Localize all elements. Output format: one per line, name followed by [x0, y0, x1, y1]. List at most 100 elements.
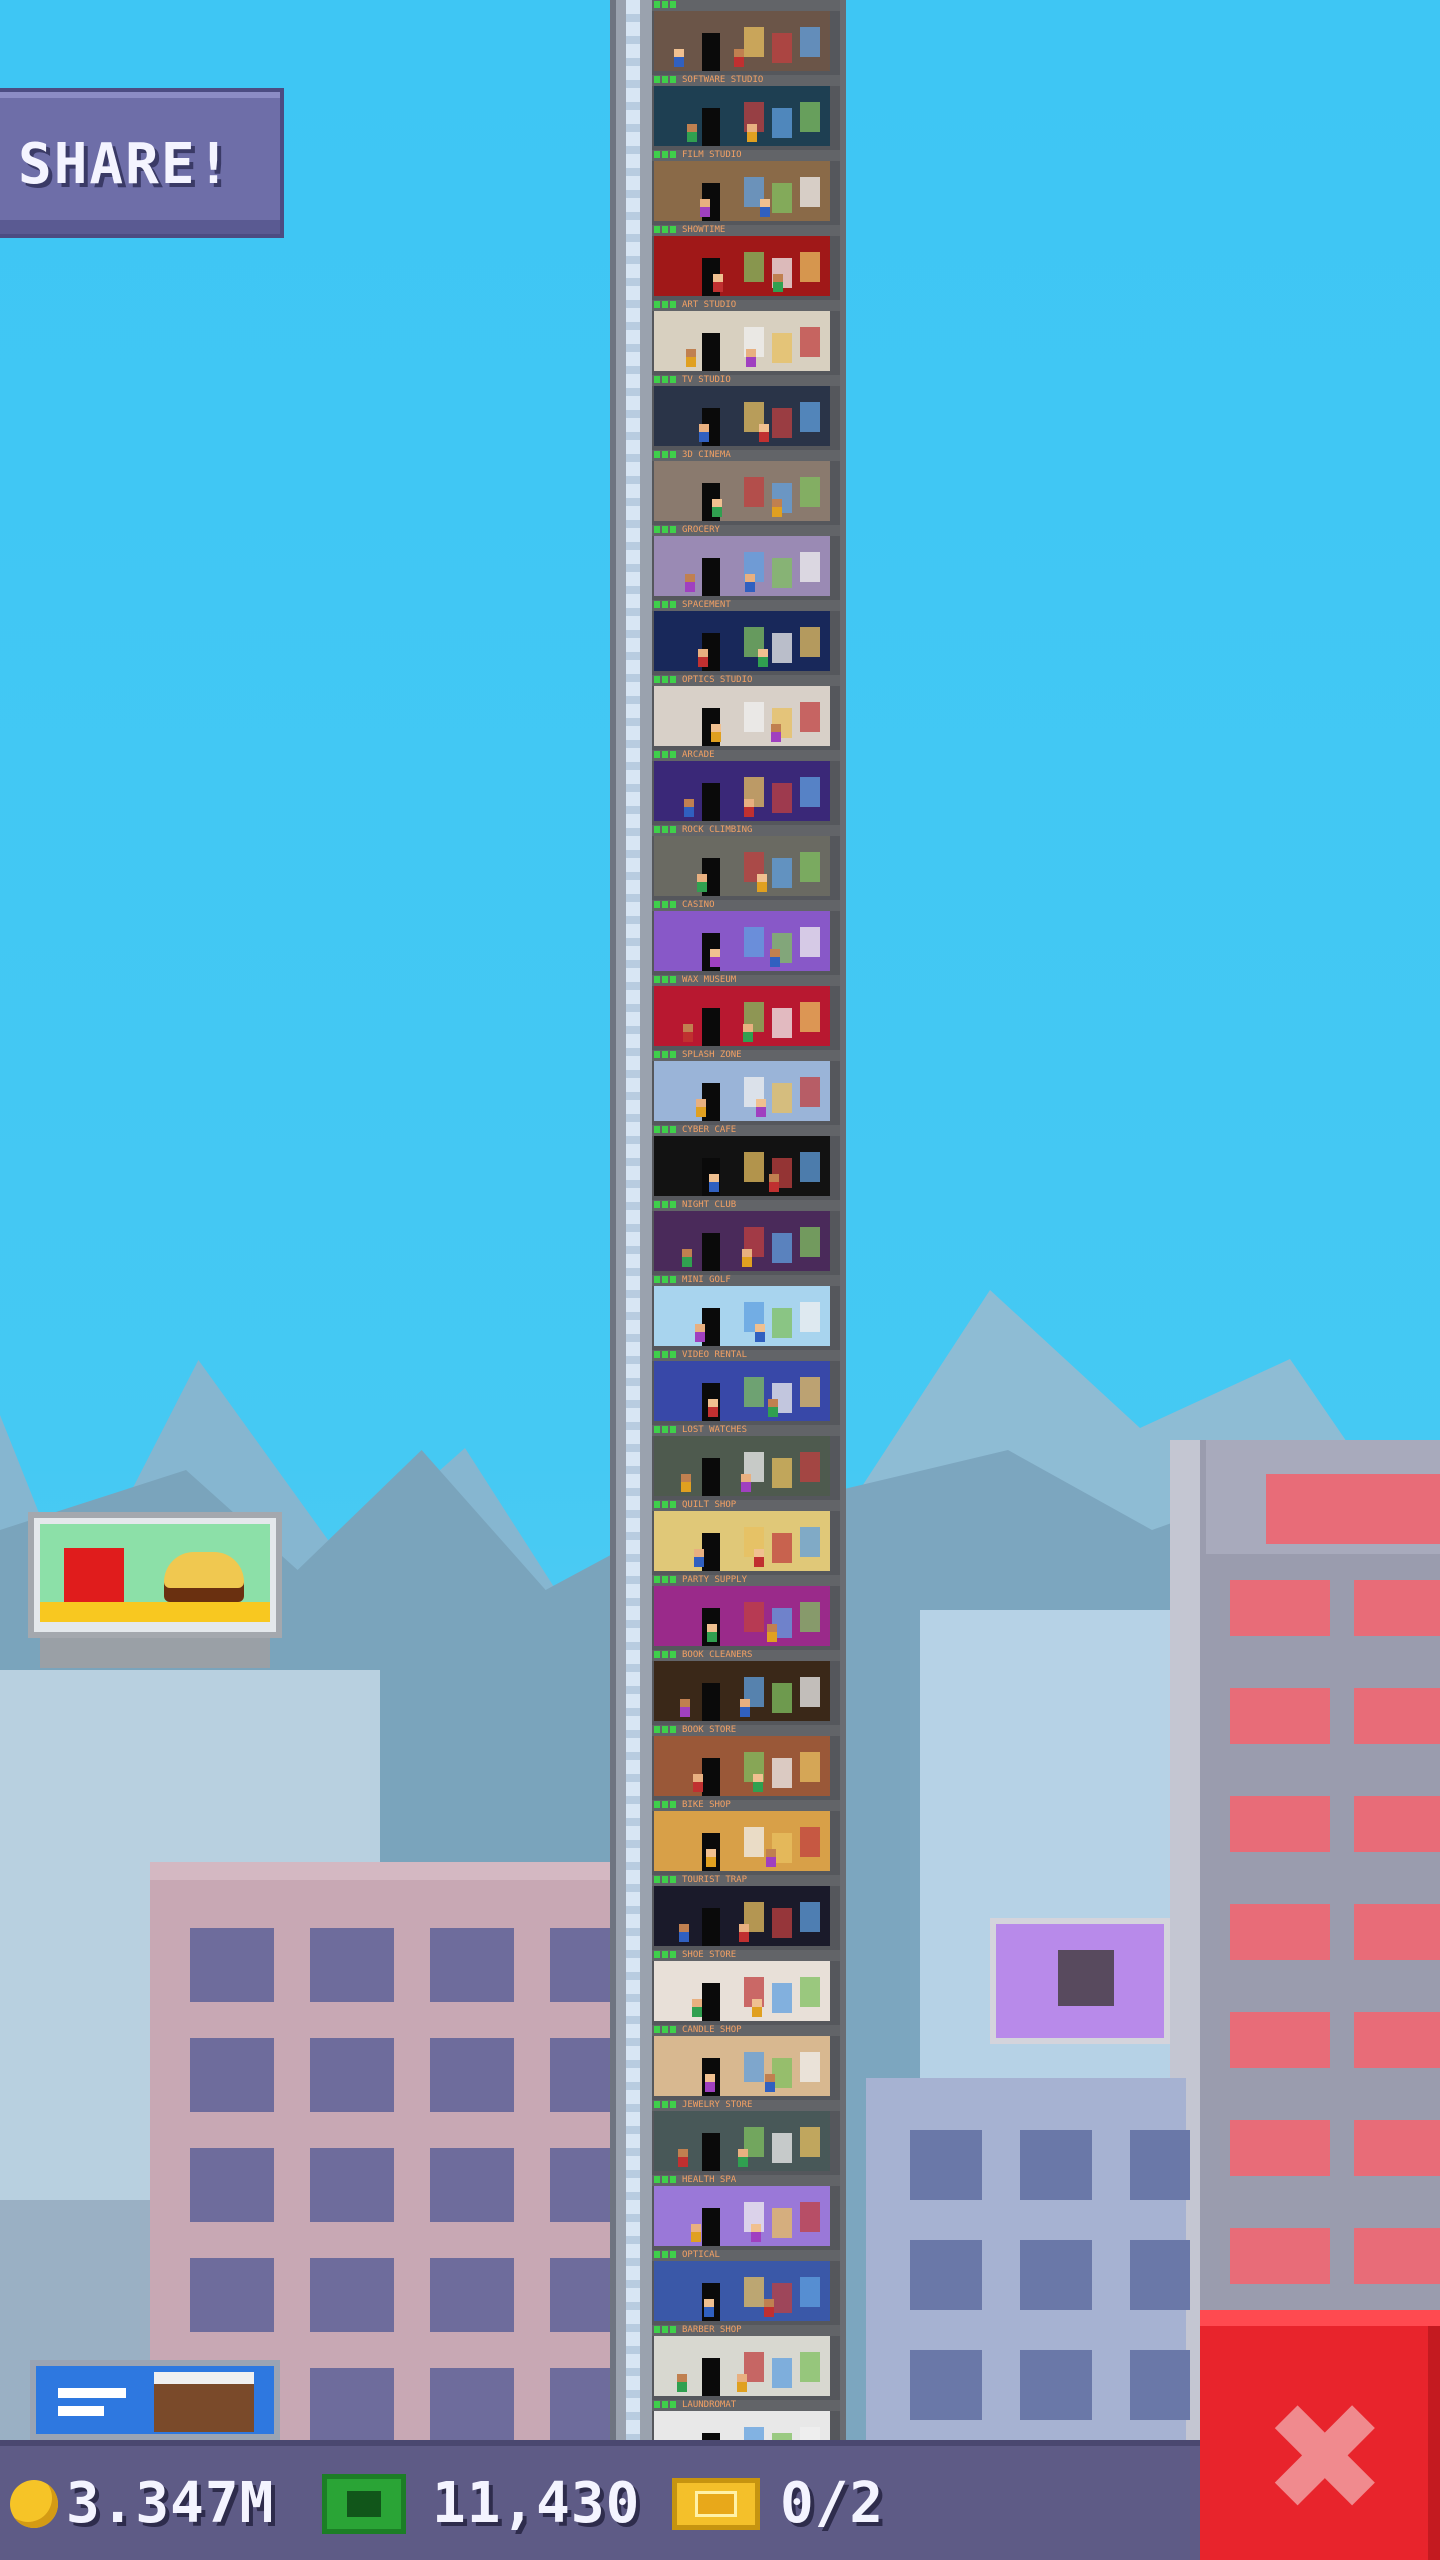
- bitizen[interactable]: [700, 199, 710, 217]
- tower-floor[interactable]: HEALTH SPA: [652, 2175, 840, 2250]
- bitizen[interactable]: [756, 1099, 766, 1117]
- bitizen[interactable]: [755, 1324, 765, 1342]
- tower-floor[interactable]: SOFTWARE STUDIO: [652, 75, 840, 150]
- bitizen[interactable]: [766, 1849, 776, 1867]
- bitizen[interactable]: [713, 274, 723, 292]
- tower-floor[interactable]: NIGHT CLUB: [652, 1200, 840, 1275]
- tower-floor[interactable]: GROCERY: [652, 525, 840, 600]
- tower-floor[interactable]: CYBER CAFE: [652, 1125, 840, 1200]
- bitizen[interactable]: [739, 1924, 749, 1942]
- tower-floor[interactable]: OPTICAL: [652, 2250, 840, 2325]
- bitizen[interactable]: [742, 1249, 752, 1267]
- tower-floor[interactable]: [652, 0, 840, 75]
- bitizen[interactable]: [740, 1699, 750, 1717]
- bitizen[interactable]: [771, 724, 781, 742]
- bitizen[interactable]: [767, 1624, 777, 1642]
- bitizen[interactable]: [745, 574, 755, 592]
- bitizen[interactable]: [695, 1324, 705, 1342]
- bitizen[interactable]: [687, 124, 697, 142]
- share-button[interactable]: SHARE!: [0, 88, 284, 238]
- tower-floor[interactable]: BOOK STORE: [652, 1725, 840, 1800]
- bitizen[interactable]: [683, 1024, 693, 1042]
- tower-floor[interactable]: QUILT SHOP: [652, 1500, 840, 1575]
- tower-floor[interactable]: ART STUDIO: [652, 300, 840, 375]
- bitizen[interactable]: [759, 424, 769, 442]
- bitizen[interactable]: [770, 949, 780, 967]
- tower-floor[interactable]: MINI GOLF: [652, 1275, 840, 1350]
- close-button[interactable]: ✖: [1200, 2310, 1440, 2560]
- bitizen[interactable]: [692, 1999, 702, 2017]
- bitizen[interactable]: [744, 799, 754, 817]
- bitizen[interactable]: [698, 649, 708, 667]
- game-scene[interactable]: SOFTWARE STUDIO FILM STUDIO SHOWTIME ART ST…: [0, 0, 1440, 2560]
- tower-floor[interactable]: TOURIST TRAP: [652, 1875, 840, 1950]
- bitizen[interactable]: [696, 1099, 706, 1117]
- bitizen[interactable]: [707, 1624, 717, 1642]
- tower[interactable]: SOFTWARE STUDIO FILM STUDIO SHOWTIME ART ST…: [652, 0, 846, 2471]
- bitizen[interactable]: [754, 1549, 764, 1567]
- tower-floor[interactable]: JEWELRY STORE: [652, 2100, 840, 2175]
- tower-floor[interactable]: CANDLE SHOP: [652, 2025, 840, 2100]
- bitizen[interactable]: [758, 649, 768, 667]
- bitizen[interactable]: [681, 1474, 691, 1492]
- bitizen[interactable]: [704, 2299, 714, 2317]
- bitizen[interactable]: [708, 1399, 718, 1417]
- bitizen[interactable]: [764, 2299, 774, 2317]
- tower-floor[interactable]: FILM STUDIO: [652, 150, 840, 225]
- bitizen[interactable]: [674, 49, 684, 67]
- bitizen[interactable]: [697, 874, 707, 892]
- bitizen[interactable]: [751, 2224, 761, 2242]
- tower-floor[interactable]: BARBER SHOP: [652, 2325, 840, 2400]
- bitizen[interactable]: [679, 1924, 689, 1942]
- tower-floor[interactable]: LOST WATCHES: [652, 1425, 840, 1500]
- tower-floor[interactable]: VIDEO RENTAL: [652, 1350, 840, 1425]
- bitizen[interactable]: [738, 2149, 748, 2167]
- bitizen[interactable]: [734, 49, 744, 67]
- bitizen[interactable]: [706, 1849, 716, 1867]
- tower-floor[interactable]: SPLASH ZONE: [652, 1050, 840, 1125]
- bitizen[interactable]: [686, 349, 696, 367]
- bitizen[interactable]: [680, 1699, 690, 1717]
- bitizen[interactable]: [765, 2074, 775, 2092]
- tower-floor[interactable]: PARTY SUPPLY: [652, 1575, 840, 1650]
- tower-floor[interactable]: BOOK CLEANERS: [652, 1650, 840, 1725]
- tower-floor[interactable]: ROCK CLIMBING: [652, 825, 840, 900]
- tower-floor[interactable]: TV STUDIO: [652, 375, 840, 450]
- bitizen[interactable]: [710, 949, 720, 967]
- bitizen[interactable]: [711, 724, 721, 742]
- tower-floor[interactable]: SHOWTIME: [652, 225, 840, 300]
- bitizen[interactable]: [737, 2374, 747, 2392]
- bitizen[interactable]: [772, 499, 782, 517]
- tower-floor[interactable]: OPTICS STUDIO: [652, 675, 840, 750]
- tower-floor[interactable]: SHOE STORE: [652, 1950, 840, 2025]
- bitizen[interactable]: [746, 349, 756, 367]
- tower-floor[interactable]: CASINO: [652, 900, 840, 975]
- bitizen[interactable]: [743, 1024, 753, 1042]
- bitizen[interactable]: [753, 1774, 763, 1792]
- tower-floor[interactable]: SPACEMENT: [652, 600, 840, 675]
- bitizen[interactable]: [709, 1174, 719, 1192]
- bitizen[interactable]: [760, 199, 770, 217]
- bitizen[interactable]: [741, 1474, 751, 1492]
- bitizen[interactable]: [769, 1174, 779, 1192]
- bitizen[interactable]: [694, 1549, 704, 1567]
- bitizen[interactable]: [752, 1999, 762, 2017]
- bitizen[interactable]: [678, 2149, 688, 2167]
- tower-floor[interactable]: WAX MUSEUM: [652, 975, 840, 1050]
- bitizen[interactable]: [677, 2374, 687, 2392]
- tower-floor[interactable]: BIKE SHOP: [652, 1800, 840, 1875]
- bitizen[interactable]: [699, 424, 709, 442]
- bitizen[interactable]: [691, 2224, 701, 2242]
- bitizen[interactable]: [705, 2074, 715, 2092]
- bitizen[interactable]: [747, 124, 757, 142]
- bitizen[interactable]: [682, 1249, 692, 1267]
- tower-floor[interactable]: ARCADE: [652, 750, 840, 825]
- bitizen[interactable]: [768, 1399, 778, 1417]
- bitizen[interactable]: [712, 499, 722, 517]
- bitizen[interactable]: [684, 799, 694, 817]
- bitizen[interactable]: [773, 274, 783, 292]
- tower-floor[interactable]: 3D CINEMA: [652, 450, 840, 525]
- bitizen[interactable]: [693, 1774, 703, 1792]
- bitizen[interactable]: [757, 874, 767, 892]
- bitizen[interactable]: [685, 574, 695, 592]
